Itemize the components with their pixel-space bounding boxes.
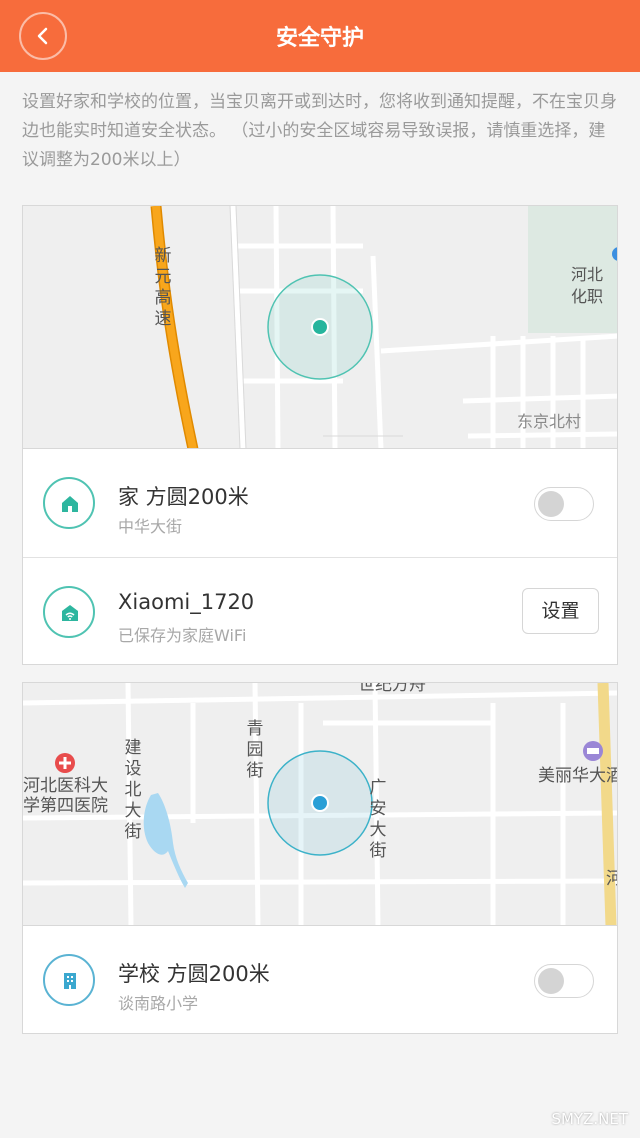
map-label-village: 东京北村 [517, 412, 582, 431]
toggle-knob [538, 968, 564, 994]
school-zone-title: 学校 方圆200米 [118, 962, 270, 986]
home-location-pin [311, 318, 329, 336]
wifi-ssid: Xiaomi_1720 [118, 590, 255, 614]
wifi-status: 已保存为家庭WiFi [118, 626, 247, 645]
school-zone-card: 世纪方舟 河北医科大学第四医院 建设北大街 青园街 广安大街 美丽华大酒 河 学… [22, 682, 618, 1034]
wifi-settings-button[interactable]: 设置 [522, 588, 599, 634]
home-zone-address: 中华大街 [118, 517, 183, 536]
wifi-icon-badge [43, 586, 95, 638]
lake [143, 793, 188, 888]
watermark: SMYZ.NET [551, 1110, 628, 1128]
home-zone-card: 新元高速 河北化职业技 东京北村 家 方圆200米 中华大街 Xiaomi_17… [22, 205, 618, 665]
school-zone-toggle[interactable] [534, 964, 594, 998]
app-header: 安全守护 [0, 0, 640, 72]
home-map[interactable]: 新元高速 河北化职业技 东京北村 [23, 206, 617, 449]
school-location-pin [311, 794, 329, 812]
map-label-hotel: 美丽华大酒 [538, 766, 618, 786]
map-label-qingyuan: 青园街 [246, 719, 264, 781]
map-label-edge: 河 [606, 869, 617, 889]
home-zone-toggle[interactable] [534, 487, 594, 521]
page-title: 安全守护 [275, 26, 364, 51]
home-icon-badge [43, 477, 95, 529]
map-label-guangan: 广安大街 [369, 778, 387, 861]
school-zone-address: 谈南路小学 [118, 994, 199, 1013]
school-map[interactable]: 世纪方舟 河北医科大学第四医院 建设北大街 青园街 广安大街 美丽华大酒 河 [23, 683, 618, 926]
building-icon [64, 973, 76, 989]
map-label-hospital: 河北医科大学第四医院 [23, 776, 108, 816]
toggle-knob [538, 491, 564, 517]
home-zone-row[interactable]: 家 方圆200米 中华大街 [23, 449, 617, 557]
intro-text: 设置好家和学校的位置，当宝贝离开或到达时，您将收到通知提醒，不在宝贝身边也能实时… [22, 92, 617, 170]
home-icon [62, 496, 78, 512]
map-label-top: 世纪方舟 [358, 683, 426, 695]
school-icon-badge [43, 954, 95, 1006]
home-zone-title: 家 方圆200米 [118, 485, 249, 509]
road-right [597, 683, 617, 925]
school-zone-row[interactable]: 学校 方圆200米 谈南路小学 [23, 926, 617, 1033]
wifi-row: Xiaomi_1720 已保存为家庭WiFi 设置 [23, 557, 617, 664]
map-label-school: 河北化职业技 [571, 265, 604, 306]
wifi-icon [62, 605, 78, 621]
map-label-jianshe: 建设北大街 [124, 738, 142, 842]
map-label-highway: 新元高速 [154, 246, 172, 329]
